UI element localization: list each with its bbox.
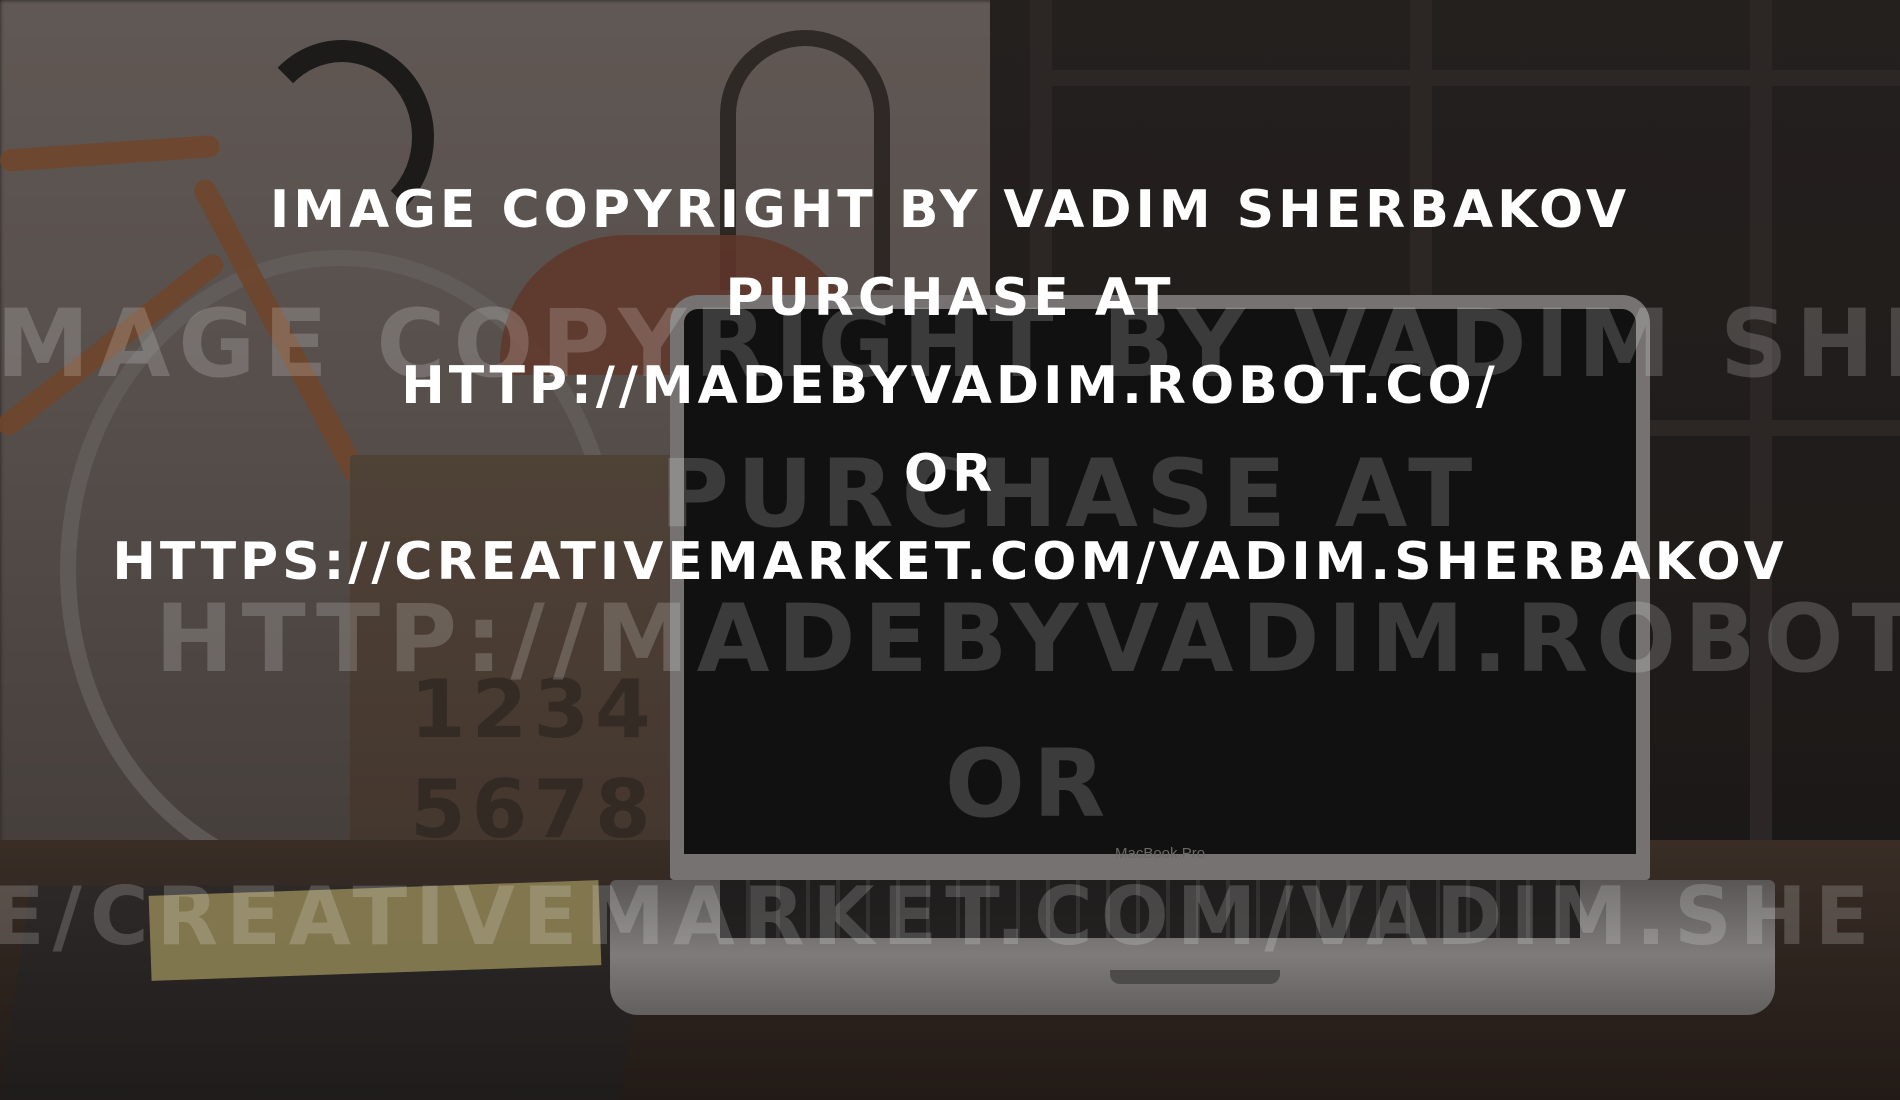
watermark-faint-line3: HTTP://MADEBYVADIM.ROBOT.CO/ (155, 585, 1900, 694)
watermark-faint-line4: OR (945, 730, 1114, 839)
watermark-line5: HTTPS://CREATIVEMARKET.COM/VADIM.SHERBAK… (112, 532, 1788, 592)
photo-scene: 1234 5678 MacBook Pro MAGE COPYRIGHT BY … (0, 0, 1900, 1100)
watermark-line1: IMAGE COPYRIGHT BY VADIM SHERBAKOV (269, 180, 1631, 240)
watermark-line2: PURCHASE AT (725, 268, 1175, 328)
watermark-line3: HTTP://MADEBYVADIM.ROBOT.CO/ (401, 356, 1499, 416)
watermark-line4: OR (903, 444, 997, 504)
watermark-faint-line5: E/CREATIVEMARKET.COM/VADIM.SHE (0, 870, 1878, 963)
